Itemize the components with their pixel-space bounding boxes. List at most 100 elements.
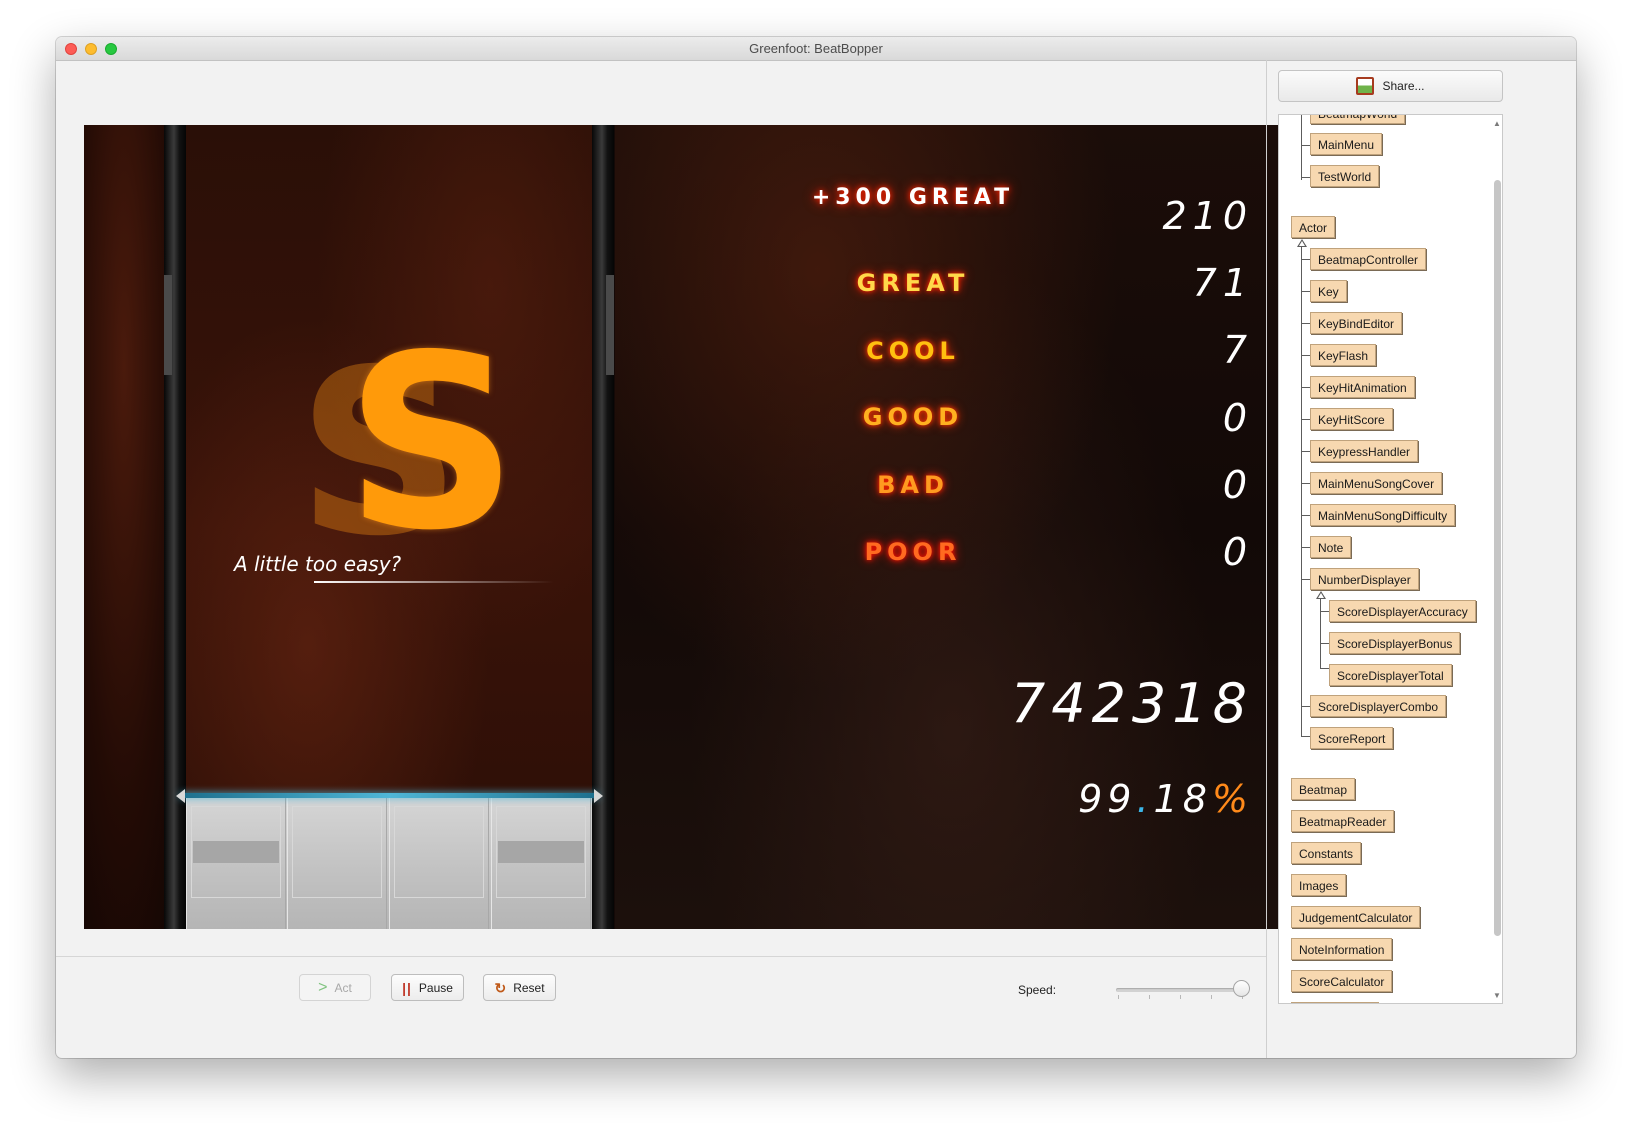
world-canvas[interactable]: S S A little too easy? +300 GREAT GREAT …	[84, 125, 1291, 929]
judgement-count-bad: 0	[1222, 463, 1253, 507]
class-scoredisplayerbonus[interactable]: ScoreDisplayerBonus	[1329, 632, 1461, 654]
class-constants[interactable]: Constants	[1291, 842, 1362, 864]
judgement-label-cool: COOL	[866, 337, 960, 365]
reset-label: Reset	[513, 980, 545, 995]
class-partial-hidden[interactable]	[1291, 1002, 1379, 1003]
class-beatmap[interactable]: Beatmap	[1291, 778, 1356, 800]
judgement-count-poor: 0	[1222, 530, 1253, 574]
class-judgementcalculator[interactable]: JudgementCalculator	[1291, 906, 1421, 928]
class-key[interactable]: Key	[1310, 280, 1347, 302]
class-mainmenusongdifficulty[interactable]: MainMenuSongDifficulty	[1310, 504, 1456, 526]
class-scoredisplayertotal[interactable]: ScoreDisplayerTotal	[1329, 664, 1452, 686]
speed-slider-thumb[interactable]	[1233, 980, 1250, 997]
judgement-count-plus300-great: 210	[1162, 194, 1253, 238]
share-icon	[1356, 77, 1375, 95]
judgement-count-cool: 7	[1222, 328, 1253, 372]
class-keyhitanimation[interactable]: KeyHitAnimation	[1310, 376, 1415, 398]
judgement-line	[180, 793, 598, 798]
greenfoot-window: Greenfoot: BeatBopper S S A little too e…	[56, 37, 1576, 1058]
class-note[interactable]: Note	[1310, 536, 1352, 558]
key-face	[292, 806, 382, 898]
class-numberdisplayer[interactable]: NumberDisplayer	[1310, 568, 1419, 590]
lane-key	[491, 798, 591, 929]
lane-key	[389, 798, 489, 929]
result-comment: A little too easy?	[234, 552, 402, 576]
speed-slider[interactable]	[1116, 988, 1246, 992]
key-face	[394, 806, 484, 898]
share-button[interactable]: Share...	[1278, 70, 1503, 102]
comment-underline	[314, 581, 554, 583]
tree-line	[1301, 115, 1302, 180]
class-keyflash[interactable]: KeyFlash	[1310, 344, 1377, 366]
accuracy: 99.18%	[1078, 780, 1253, 818]
class-beatmapreader[interactable]: BeatmapReader	[1291, 810, 1395, 832]
lane-key	[186, 798, 286, 929]
class-beatmapworld[interactable]: BeatmapWorld	[1310, 115, 1406, 124]
class-actor[interactable]: Actor	[1291, 216, 1336, 238]
judgement-label-plus300-great: +300 GREAT	[811, 185, 1015, 210]
lane-key	[287, 798, 387, 929]
speed-label: Speed:	[1018, 983, 1057, 997]
class-testworld[interactable]: TestWorld	[1310, 165, 1380, 187]
act-label: Act	[334, 980, 352, 995]
judgement-count-good: 0	[1222, 396, 1253, 440]
pause-button[interactable]: || Pause	[391, 974, 464, 1001]
lane-border-right	[592, 125, 614, 929]
act-arrow-icon: >	[318, 978, 328, 996]
tree-line	[1320, 599, 1321, 669]
judgement-line-cap-right	[594, 789, 603, 803]
accuracy-percent: %	[1211, 777, 1253, 821]
slider-tick	[1211, 995, 1212, 999]
judgement-label-good: GOOD	[862, 403, 964, 431]
class-noteinformation[interactable]: NoteInformation	[1291, 938, 1393, 960]
class-scoredisplayeraccuracy[interactable]: ScoreDisplayerAccuracy	[1329, 600, 1476, 622]
judgement-label-poor: POOR	[864, 538, 962, 566]
key-area	[186, 798, 592, 929]
class-keypresshandler[interactable]: KeypressHandler	[1310, 440, 1419, 462]
inheritance-arrow-icon	[1297, 239, 1307, 247]
tree-line	[1301, 247, 1302, 737]
lane-border-left	[164, 125, 186, 929]
reset-icon: ↻	[494, 979, 507, 996]
window-title: Greenfoot: BeatBopper	[749, 41, 883, 56]
pause-label: Pause	[418, 980, 453, 995]
accuracy-decimal: 18	[1153, 777, 1212, 821]
class-mainmenusongcover[interactable]: MainMenuSongCover	[1310, 472, 1443, 494]
scroll-up-arrow-icon[interactable]: ▲	[1492, 119, 1502, 129]
title-bar: Greenfoot: BeatBopper	[56, 37, 1576, 61]
scroll-down-arrow-icon[interactable]: ▼	[1492, 991, 1502, 1001]
pause-icon: ||	[402, 979, 412, 996]
class-keyhitscore[interactable]: KeyHitScore	[1310, 408, 1393, 430]
class-diagram: BeatmapWorld MainMenu TestWorld Actor Be…	[1278, 114, 1503, 1004]
grade-letter: S	[345, 303, 518, 583]
class-keybindeditor[interactable]: KeyBindEditor	[1310, 312, 1403, 334]
share-label: Share...	[1382, 79, 1425, 93]
judgement-line-cap-left	[176, 789, 185, 803]
lane-border-notch	[164, 275, 172, 375]
scrollbar-thumb[interactable]	[1494, 180, 1501, 936]
key-band	[193, 841, 279, 863]
accuracy-whole: 99	[1078, 777, 1137, 821]
class-images[interactable]: Images	[1291, 874, 1347, 896]
act-button[interactable]: > Act	[299, 974, 371, 1001]
total-score: 742318	[1010, 672, 1253, 735]
class-scorecalculator[interactable]: ScoreCalculator	[1291, 970, 1393, 992]
controls-divider	[56, 956, 1266, 957]
judgement-count-great: 71	[1192, 261, 1253, 305]
judgement-label-bad: BAD	[877, 471, 949, 499]
class-mainmenu[interactable]: MainMenu	[1310, 133, 1383, 155]
accuracy-dot: .	[1136, 777, 1154, 821]
reset-button[interactable]: ↻ Reset	[483, 974, 556, 1001]
inheritance-arrow-icon	[1316, 591, 1326, 599]
judgement-label-great: GREAT	[856, 269, 970, 297]
pane-divider	[1266, 60, 1267, 1058]
class-beatmapcontroller[interactable]: BeatmapController	[1310, 248, 1427, 270]
class-diagram-scrollbar[interactable]: ▲ ▼	[1492, 117, 1502, 1001]
slider-tick	[1149, 995, 1150, 999]
slider-tick	[1180, 995, 1181, 999]
slider-tick	[1118, 995, 1119, 999]
class-scoredisplayercombo[interactable]: ScoreDisplayerCombo	[1310, 695, 1447, 717]
key-band	[498, 841, 584, 863]
lane-border-notch	[606, 275, 614, 375]
class-scorereport[interactable]: ScoreReport	[1310, 727, 1394, 749]
